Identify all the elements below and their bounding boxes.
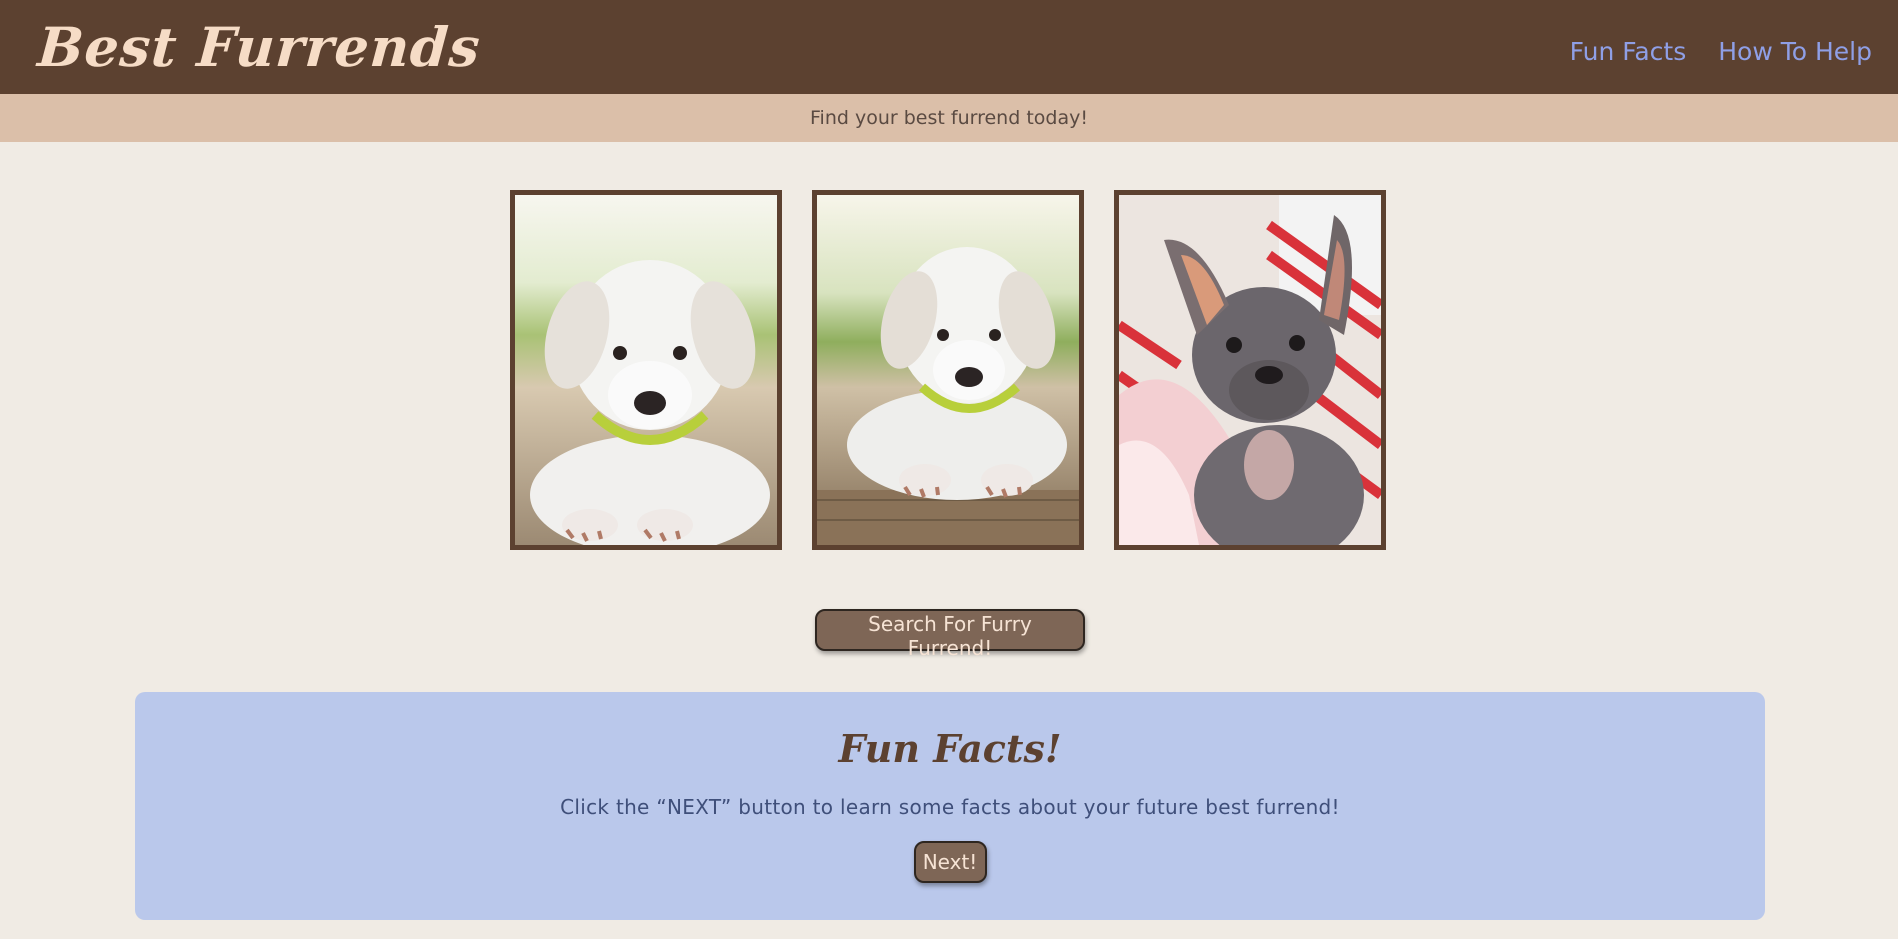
gallery-photo-1 [510,190,782,550]
gallery-photo-2 [812,190,1084,550]
nav-link-how-to-help[interactable]: How To Help [1718,37,1872,66]
french-bulldog-image [1119,195,1381,545]
gallery-photo-3 [1114,190,1386,550]
puppy-gallery [510,190,1386,550]
fun-facts-text: Click the “NEXT” button to learn some fa… [560,795,1340,819]
site-logo[interactable]: Best Furrends [36,15,483,79]
search-furrend-button[interactable]: Search For Furry Furrend! [815,609,1085,660]
fun-facts-title: Fun Facts! [838,726,1062,771]
main-nav: Fun Facts How To Help [1570,37,1872,66]
white-puppy-image [515,195,777,545]
fun-facts-section: Fun Facts! Click the “NEXT” button to le… [135,692,1765,920]
nav-link-fun-facts[interactable]: Fun Facts [1570,37,1687,66]
white-puppy-deck-image [817,195,1079,545]
site-header: Best Furrends Fun Facts How To Help [0,0,1898,94]
next-fact-button[interactable]: Next! [913,841,987,883]
tagline-banner: Find your best furrend today! [0,94,1898,142]
